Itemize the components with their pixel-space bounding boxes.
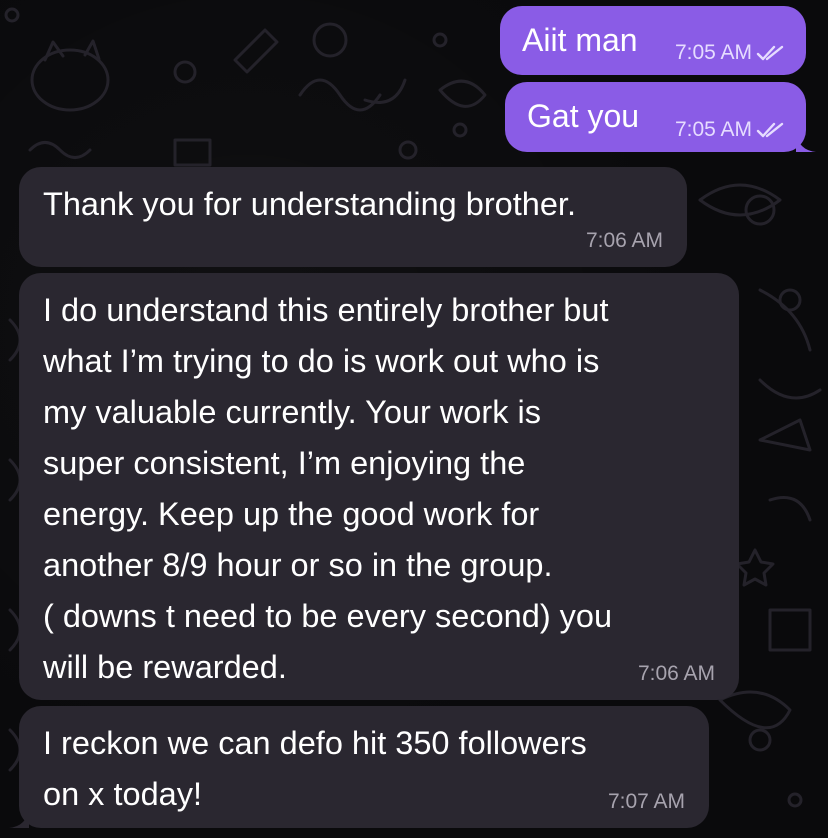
message-text: I reckon we can defo hit 350 followers o… — [43, 725, 587, 812]
chat-view[interactable]: Aiit man 7:05 AM Gat you 7:05 AM Thank y… — [0, 0, 828, 838]
bubble-tail — [9, 808, 29, 828]
message-meta: 7:05 AM — [675, 118, 786, 142]
message-time: 7:06 AM — [585, 229, 663, 252]
message-text: Gat you — [527, 98, 640, 134]
outgoing-message-bubble[interactable]: Gat you 7:05 AM — [505, 82, 816, 152]
message-time: 7:06 AM — [637, 662, 715, 685]
message-text: Aiit man — [522, 22, 638, 58]
incoming-message-bubble[interactable]: Thank you for understanding brother. 7:0… — [19, 167, 687, 267]
incoming-message-bubble[interactable]: I do understand this entirely brother bu… — [19, 273, 739, 700]
bubble-tail — [796, 132, 816, 152]
message-time: 7:05 AM — [674, 118, 752, 141]
message-time: 7:07 AM — [607, 790, 685, 813]
message-time: 7:05 AM — [674, 41, 752, 64]
incoming-message-bubble[interactable]: I reckon we can defo hit 350 followers o… — [9, 706, 709, 828]
outgoing-message-bubble[interactable]: Aiit man 7:05 AM — [500, 6, 806, 75]
message-text: Thank you for understanding brother. — [43, 186, 576, 222]
double-check-icon — [756, 122, 784, 138]
message-text: I do understand this entirely brother bu… — [43, 292, 613, 685]
message-meta: 7:05 AM — [675, 41, 786, 65]
double-check-icon — [756, 45, 784, 61]
